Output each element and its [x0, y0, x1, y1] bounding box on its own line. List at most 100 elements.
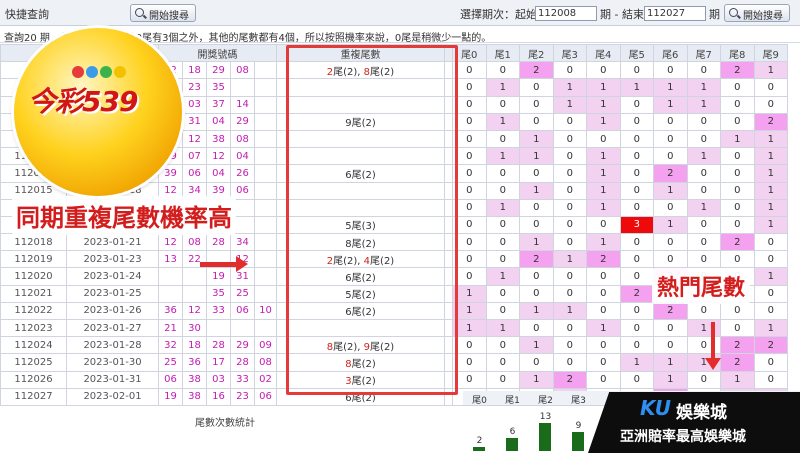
tail-count-cell: 3: [619, 215, 654, 235]
drawn-number: 32: [158, 336, 183, 355]
tail-count-cell: 1: [753, 147, 788, 166]
drawn-number: 37: [206, 95, 231, 114]
drawn-number: [254, 147, 277, 166]
start-search-button[interactable]: 開始搜尋: [130, 4, 196, 22]
tail-count-cell: 1: [653, 215, 688, 235]
draw-date: 2023-01-25: [66, 284, 159, 303]
drawn-number: 12: [182, 129, 207, 149]
drawn-number: [254, 215, 277, 235]
drawn-number: 08: [230, 61, 255, 80]
tail-count-cell: 1: [519, 370, 554, 389]
tail-count-label: 尾0: [472, 396, 487, 406]
drawn-number: [254, 61, 277, 80]
drawn-number: 28: [206, 336, 231, 355]
tail-count-cell: 1: [519, 336, 554, 355]
tail-count-cell: 0: [519, 318, 554, 338]
tail-count-label: 尾1: [505, 396, 520, 406]
drawn-number: 28: [206, 233, 231, 252]
drawn-number: [254, 284, 277, 303]
tail-count-cell: 0: [586, 353, 621, 372]
tail-count-cell: 1: [485, 147, 520, 166]
tail-count-cell: 0: [619, 318, 654, 338]
tail-count-cell: 0: [485, 233, 520, 252]
header-tail: 尾9: [753, 43, 788, 63]
drawn-number: 28: [230, 353, 255, 372]
drawn-number: [182, 284, 207, 303]
drawn-number: 17: [206, 353, 231, 372]
drawn-number: 25: [230, 284, 255, 303]
tail-count-cell: 1: [485, 267, 520, 286]
tail-count-cell: 0: [753, 95, 788, 114]
tail-count-cell: 0: [552, 233, 587, 252]
drawn-number: 06: [254, 387, 277, 406]
tail-count-cell: 0: [753, 233, 788, 252]
tail-count-cell: 1: [686, 147, 721, 166]
tail-count-cell: 1: [753, 181, 788, 200]
tail-count-cell: 1: [753, 164, 788, 183]
tail-count-cell: 0: [720, 147, 755, 166]
tail-count-cell: 1: [686, 198, 721, 217]
draw-id: 112023: [0, 318, 67, 338]
period-end-label: 期 - 結束: [600, 8, 644, 21]
tail-count-cell: 2: [653, 301, 688, 321]
drawn-number: 06: [182, 164, 207, 183]
drawn-number: 13: [158, 250, 183, 269]
header-tail: 尾3: [552, 43, 587, 63]
period-label: 選擇期次：起始: [460, 6, 537, 22]
watermark-slogan: 亞洲賠率最高娛樂城: [620, 429, 746, 445]
start-period-input[interactable]: 112008: [535, 6, 597, 21]
tail-count-cell: 0: [485, 353, 520, 372]
tail-count-cell: 0: [653, 112, 688, 131]
drawn-number: 33: [230, 370, 255, 389]
tail-count-cell: 1: [619, 78, 654, 97]
tail-count-cell: 0: [653, 318, 688, 338]
drawn-number: [254, 129, 277, 149]
tail-count-cell: 1: [552, 301, 587, 321]
tail-count-cell: 1: [552, 78, 587, 97]
tail-count-cell: 1: [519, 147, 554, 166]
tail-count-cell: 0: [653, 198, 688, 217]
tail-count-cell: 0: [552, 336, 587, 355]
tail-count-cell: 0: [552, 164, 587, 183]
tail-count-cell: 1: [519, 129, 554, 149]
tail-count-cell: 0: [586, 267, 621, 286]
end-period-input[interactable]: 112027: [644, 6, 706, 21]
draw-id: 112025: [0, 353, 67, 372]
header-tail: 尾1: [485, 43, 520, 63]
watermark-brand-name: 娛樂城: [676, 403, 727, 423]
quick-search-label: 快捷查詢: [5, 8, 49, 21]
start-search-button-2[interactable]: 開始搜尋: [724, 4, 790, 22]
tail-count-cell: 0: [552, 353, 587, 372]
tail-count-cell: 2: [552, 370, 587, 389]
tail-count-bar: [572, 432, 584, 451]
drawn-number: 04: [230, 147, 255, 166]
tail-count-cell: 0: [485, 181, 520, 200]
drawn-number: [182, 267, 207, 286]
annotation-repeat-probability: 同期重複尾數機率高: [12, 196, 236, 235]
tail-count-cell: 0: [552, 198, 587, 217]
tail-count-cell: 0: [686, 250, 721, 269]
tail-count-cell: 0: [586, 284, 621, 303]
tail-count-cell: 0: [619, 336, 654, 355]
tail-count-cell: 0: [653, 336, 688, 355]
tail-count-cell: 0: [552, 284, 587, 303]
watermark-brand: KU: [640, 396, 672, 420]
header-numbers: 開獎號碼: [158, 43, 277, 63]
drawn-number: 38: [182, 370, 207, 389]
tail-count-bar: [539, 423, 551, 451]
drawn-number: [254, 112, 277, 131]
tail-count-cell: 0: [552, 112, 587, 131]
tail-count-cell: 1: [720, 129, 755, 149]
tail-count-cell: 1: [485, 318, 520, 338]
tail-count-cell: 0: [485, 284, 520, 303]
tail-count-cell: 1: [653, 78, 688, 97]
tail-count-cell: 0: [519, 112, 554, 131]
tail-count-cell: 0: [686, 233, 721, 252]
draw-id: 112026: [0, 370, 67, 389]
tail-count-cell: 1: [686, 318, 721, 338]
tail-count-cell: 0: [686, 336, 721, 355]
drawn-number: 08: [230, 129, 255, 149]
tail-count-cell: 0: [686, 129, 721, 149]
draw-id: 112024: [0, 336, 67, 355]
tail-count-cell: 0: [552, 267, 587, 286]
